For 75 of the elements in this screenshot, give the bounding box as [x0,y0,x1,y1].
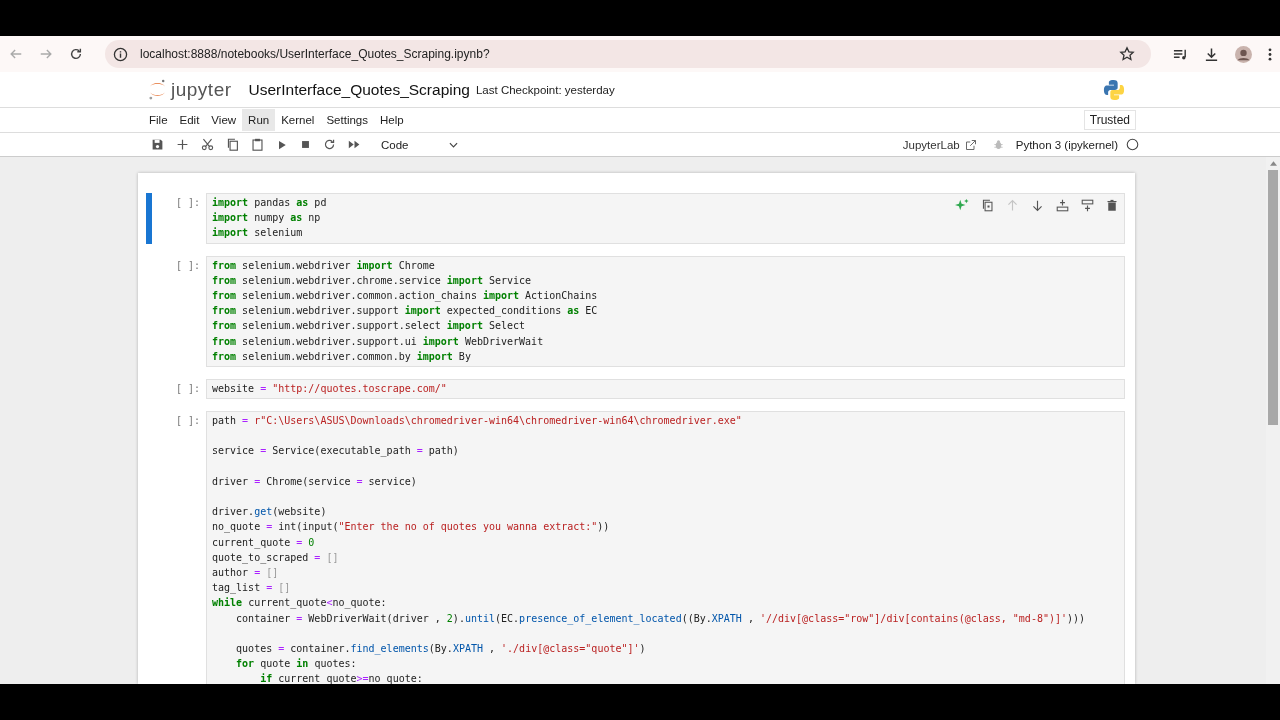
code-line: from selenium.webdriver.support.ui import WebDriverWait [212,334,544,349]
run-icon[interactable] [276,138,288,151]
code-line: from selenium.webdriver.support import expected_conditions as EC [212,304,598,319]
code-cell[interactable] [206,411,1125,684]
code-line: driver = Chrome(service = service) [212,474,417,489]
trusted-button[interactable]: Trusted [1083,110,1136,130]
external-link-icon[interactable] [964,138,977,151]
code-cell[interactable] [206,255,1125,367]
code-line: import numpy as np [212,211,321,226]
checkpoint-status: Last Checkpoint: yesterday [475,83,615,96]
cell-prompt: [ ]: [174,196,201,208]
jupyter-logo-text[interactable]: jupyter [171,78,232,101]
kernel-name[interactable]: Python 3 (ipykernel) [1015,138,1118,151]
save-icon[interactable] [151,138,164,151]
cell-prompt: [ ]: [174,381,201,394]
code-line: if current_quote>=no_quote: [259,672,423,684]
add-icon[interactable] [176,138,189,151]
code-line: container = WebDriverWait(driver , 2).until(EC.presence_of_element_located((By.XPATH , '//div[@class="row"]/div[contains(@class, "md-8")]'))) [235,611,1086,626]
delete-icon[interactable] [1106,198,1118,212]
reload-icon[interactable] [69,47,83,61]
duplicate-icon[interactable] [981,198,994,212]
more-icon[interactable] [1268,46,1272,62]
insert-below-icon[interactable] [1081,198,1094,212]
insert-above-icon[interactable] [1056,198,1069,212]
code-line: driver.get(website) [212,505,327,520]
cut-icon[interactable] [201,138,214,151]
code-line: tag_list = [] [212,581,291,596]
caret-icon [448,141,458,148]
scroll-up-icon[interactable] [1269,161,1277,166]
code-cell[interactable]: import pandas as pd import numpy as np import selenium [206,193,1125,244]
menu-item[interactable]: Edit [173,109,206,131]
menu-item[interactable]: Help [374,109,410,131]
jupyterlab-link[interactable]: JupyterLab [902,138,960,151]
code-line: from selenium.webdriver.support.select import Select [212,319,526,334]
code-line: from selenium.webdriver.chrome.service import Service [212,273,532,288]
fast-forward-icon[interactable] [348,138,361,151]
code-line: from selenium.webdriver.common.action_chains import ActionChains [212,288,598,304]
stop-icon[interactable] [300,139,311,150]
paste-icon[interactable] [251,138,264,151]
code-line: quote_to_scraped = [] [212,550,339,565]
code-line: current_quote = 0 [212,535,315,550]
avatar-icon[interactable] [1235,45,1252,63]
copy-icon[interactable] [226,138,239,151]
code-line: quotes = container.find_elements(By.XPATH , './div[@class="quote"]') [235,641,646,657]
menu-item[interactable]: Run [242,109,276,131]
download-icon[interactable] [1204,46,1219,62]
code-line: import pandas as pd [212,196,327,210]
restart-icon[interactable] [323,138,336,151]
menu-item[interactable]: View [205,109,243,131]
code-line: while current_quote<no_quote: [212,596,387,611]
code-line: author = [] [212,565,279,580]
code-line: service = Service(executable_path = path) [212,444,459,459]
code-line: path = r"C:\Users\ASUS\Downloads\chromedriver-win64\chromedriver-win64\chromedriver.exe" [212,414,742,429]
address-bar[interactable]: localhost:8888/notebooks/UserInterface_Quotes_Scraping.ipynb? [105,40,1151,68]
menu-item[interactable]: File [143,109,174,131]
code-line: website = "http://quotes.toscrape.com/" [212,381,447,396]
menu-item[interactable]: Settings [320,109,374,131]
sparkle-icon[interactable] [955,198,969,212]
url-text: localhost:8888/notebooks/UserInterface_Quotes_Scraping.ipynb? [140,47,491,61]
star-icon[interactable] [1119,46,1135,62]
code-line: no_quote = int(input("Enter the no of quotes you wanna extract:")) [212,520,610,535]
cell-type-dropdown[interactable]: Code [377,136,462,153]
arrow-down-icon[interactable] [1031,198,1044,212]
menu-item[interactable]: Kernel [275,109,321,131]
info-icon[interactable] [113,46,128,62]
python-logo-icon [1103,78,1125,101]
code-cell[interactable]: website = "http://quotes.toscrape.com/" [206,378,1125,400]
scrollbar-thumb[interactable] [1268,170,1278,425]
cell-prompt: [ ]: [174,258,201,271]
code-line: import selenium [212,226,303,241]
code-line: from selenium.webdriver.common.by import By [212,349,471,364]
notebook-title[interactable]: UserInterface_Quotes_Scraping [248,80,470,99]
cell-prompt: [ ]: [174,414,201,427]
code-line: from selenium.webdriver import Chrome [212,258,435,273]
code-line: for quote in quotes: [235,657,357,672]
